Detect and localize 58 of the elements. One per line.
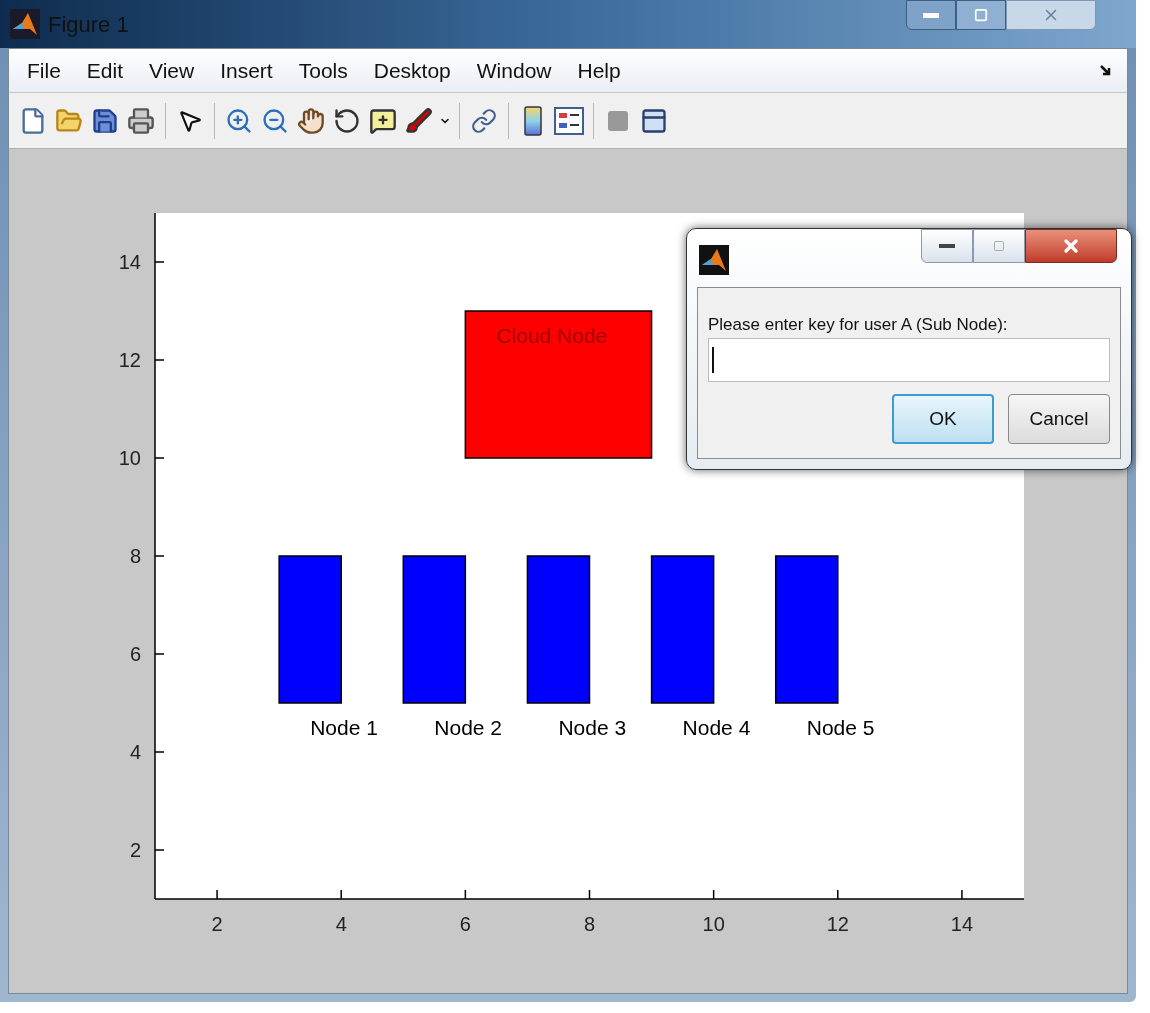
- minimize-icon: [939, 244, 955, 248]
- menu-item[interactable]: View: [139, 54, 205, 87]
- square-icon: [607, 109, 629, 132]
- menu-item[interactable]: Window: [466, 54, 562, 87]
- minimize-button[interactable]: [921, 229, 973, 263]
- colorbar-icon: [524, 105, 542, 136]
- printer-icon: [127, 106, 155, 135]
- close-icon: [1061, 236, 1081, 256]
- dock-arrow-icon[interactable]: [1099, 63, 1113, 78]
- x-tick-label: 14: [950, 913, 974, 935]
- window-title: Figure 1: [48, 10, 129, 39]
- menu-item[interactable]: File: [17, 54, 71, 87]
- x-tick-label: 10: [702, 913, 725, 935]
- x-tick-label: 8: [583, 913, 596, 935]
- rotate-icon: [333, 106, 361, 135]
- maximize-icon: [993, 240, 1005, 252]
- menu-item[interactable]: Desktop: [363, 54, 461, 87]
- menu-item[interactable]: Edit: [76, 54, 134, 87]
- y-tick-label: 14: [118, 251, 141, 273]
- y-tick-label: 10: [118, 447, 141, 469]
- menu-item[interactable]: Help: [567, 54, 631, 87]
- app-icon: [699, 245, 729, 275]
- panel-icon: [640, 106, 668, 135]
- close-button[interactable]: [1025, 229, 1117, 263]
- x-tick-label: 12: [826, 913, 849, 935]
- node-label: Node 5: [806, 715, 875, 739]
- y-tick-label: 8: [129, 545, 141, 567]
- hand-icon: [297, 106, 325, 135]
- maximize-button[interactable]: [956, 0, 1006, 30]
- y-tick-label: 12: [118, 349, 141, 371]
- y-tick-label: 6: [129, 643, 141, 665]
- node-label: Node 4: [682, 715, 751, 739]
- node-label: Node 3: [558, 715, 627, 739]
- node-label: Node 1: [310, 715, 378, 739]
- menu-item[interactable]: Insert: [210, 54, 283, 87]
- x-tick-label: 6: [459, 913, 471, 935]
- app-icon: [10, 9, 40, 39]
- key-input-field[interactable]: [708, 338, 1110, 382]
- note-icon: [369, 106, 397, 135]
- y-tick-label: 4: [129, 741, 141, 763]
- maximize-icon: [974, 8, 988, 22]
- minimize-button[interactable]: [906, 0, 956, 30]
- node-label: Node 2: [434, 715, 503, 739]
- zoom-in-icon: [225, 106, 253, 135]
- node-label: Cloud Node: [496, 323, 608, 347]
- dialog-button[interactable]: Cancel: [1008, 394, 1110, 444]
- menu-item[interactable]: Tools: [288, 54, 358, 87]
- zoom-out-icon: [261, 106, 289, 135]
- brush-icon: [405, 106, 433, 135]
- legend-icon: [554, 106, 584, 135]
- y-tick-label: 2: [129, 839, 141, 861]
- prompt-label: Please enter key for user A (Sub Node):: [708, 314, 1009, 336]
- link-icon: [471, 107, 497, 134]
- x-tick-label: 4: [335, 913, 347, 935]
- save-icon: [91, 106, 119, 135]
- dialog-button[interactable]: OK: [892, 394, 994, 444]
- minimize-icon: [923, 12, 939, 18]
- x-tick-label: 2: [211, 913, 223, 935]
